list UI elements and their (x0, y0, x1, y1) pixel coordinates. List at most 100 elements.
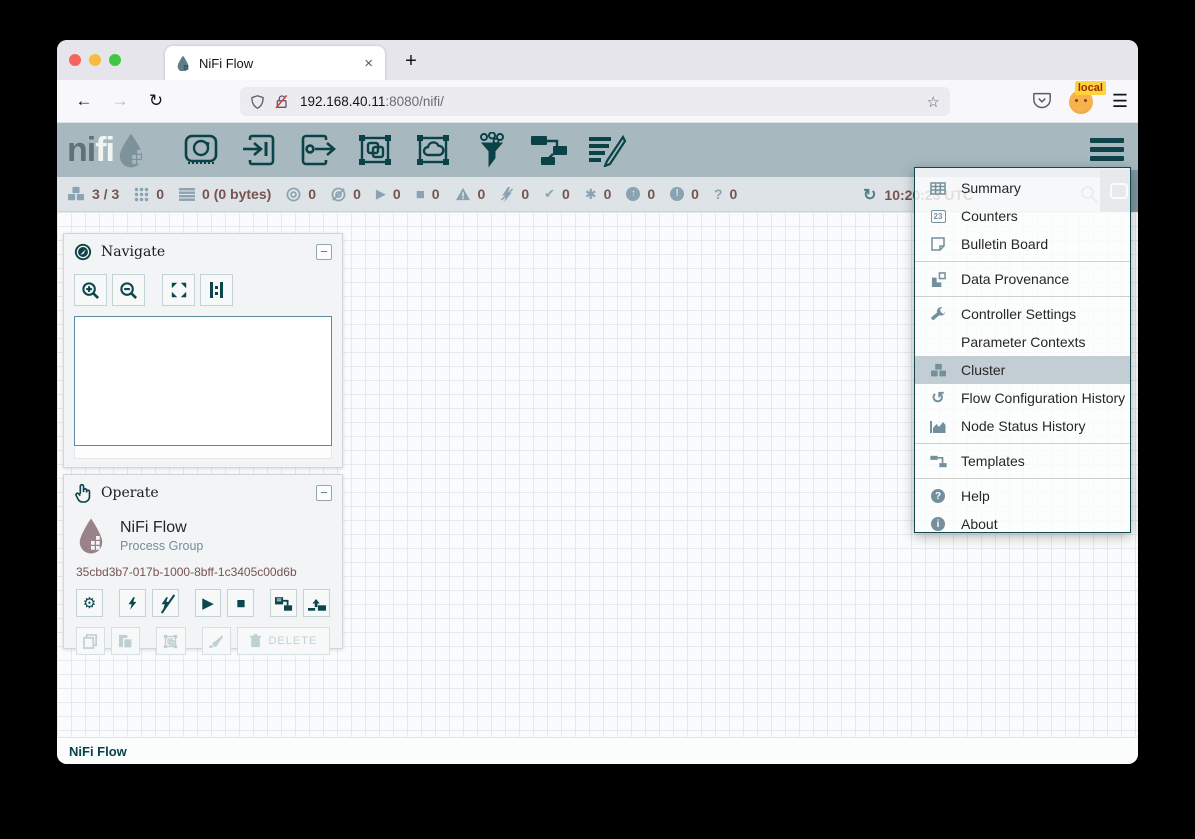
breadcrumb-item[interactable]: NiFi Flow (69, 744, 127, 759)
menu-item-counters[interactable]: 23 Counters (915, 202, 1130, 230)
processor-icon[interactable] (172, 133, 230, 167)
minimize-window-button[interactable] (89, 54, 101, 66)
label-icon[interactable] (578, 133, 636, 167)
menu-item-bulletin-board[interactable]: Bulletin Board (915, 230, 1130, 258)
menu-item-summary[interactable]: Summary (915, 174, 1130, 202)
configure-button[interactable]: ⚙ (76, 589, 103, 617)
menu-item-node-status-history[interactable]: Node Status History (915, 412, 1130, 440)
stale-icon: ↑ (626, 187, 640, 201)
paste-button[interactable] (111, 627, 140, 655)
global-menu: Summary 23 Counters Bulletin Board Data … (914, 167, 1131, 533)
zoom-window-button[interactable] (109, 54, 121, 66)
profile-avatar[interactable]: local (1069, 88, 1095, 114)
info-icon: i (928, 517, 948, 531)
copy-button[interactable] (76, 627, 105, 655)
forward-icon[interactable]: → (105, 91, 135, 111)
stale-count: 0 (647, 186, 655, 202)
enable-button[interactable] (119, 589, 146, 617)
input-port-icon[interactable] (230, 133, 288, 167)
running-icon: ▶ (376, 186, 386, 202)
compass-icon (74, 243, 92, 261)
menu-item-label: Data Provenance (961, 271, 1069, 287)
cluster-count: 3 / 3 (92, 186, 119, 202)
new-tab-button[interactable]: + (397, 48, 425, 76)
up-to-date-count: 0 (562, 186, 570, 202)
menu-item-label: Templates (961, 453, 1025, 469)
template-icon[interactable] (520, 134, 578, 166)
url-bar[interactable]: 192.168.40.11:8080/nifi/ ☆ (240, 87, 950, 116)
sticky-note-icon (928, 237, 948, 251)
disable-button[interactable] (152, 589, 179, 617)
menu-item-cluster[interactable]: Cluster (915, 356, 1130, 384)
menu-item-label: Parameter Contexts (961, 334, 1086, 350)
invalid-icon (455, 187, 471, 201)
url-path: :8080/nifi/ (385, 94, 444, 109)
reload-icon[interactable]: ↻ (141, 91, 171, 111)
create-template-button[interactable] (270, 589, 297, 617)
breadcrumb-bar: NiFi Flow (57, 737, 1138, 764)
bookmark-star-icon[interactable]: ☆ (927, 93, 940, 111)
menu-item-label: Help (961, 488, 990, 504)
menu-item-controller-settings[interactable]: Controller Settings (915, 300, 1130, 328)
shield-icon[interactable] (250, 94, 265, 110)
url-host: 192.168.40.11 (300, 94, 385, 109)
zoom-fit-button[interactable] (162, 274, 195, 306)
back-icon[interactable]: ← (69, 91, 99, 111)
menu-item-data-provenance[interactable]: Data Provenance (915, 265, 1130, 293)
active-threads-icon (134, 187, 149, 202)
menu-item-parameter-contexts[interactable]: Parameter Contexts (915, 328, 1130, 356)
operate-panel: Operate − NiFi Flow Process Group 35cbd3… (63, 474, 343, 649)
fill-color-button[interactable] (202, 627, 231, 655)
menu-item-label: Node Status History (961, 418, 1086, 434)
menu-item-help[interactable]: ? Help (915, 482, 1130, 510)
stop-button[interactable]: ■ (227, 589, 254, 617)
selected-flow-type: Process Group (120, 539, 203, 553)
locally-modified-stale-icon: ! (670, 187, 684, 201)
nifi-drop-icon (116, 132, 146, 168)
operate-minimize-button[interactable]: − (316, 485, 332, 501)
not-transmitting-icon (331, 187, 346, 202)
zoom-actual-size-button[interactable] (200, 274, 233, 306)
queued-icon (179, 188, 195, 201)
upload-template-button[interactable] (303, 589, 330, 617)
process-group-icon[interactable] (346, 133, 404, 167)
nifi-favicon (175, 55, 191, 71)
output-port-icon[interactable] (288, 133, 346, 167)
nifi-logo: nifi (67, 131, 146, 170)
start-button[interactable]: ▶ (195, 589, 222, 617)
provenance-icon (928, 272, 948, 287)
close-window-button[interactable] (69, 54, 81, 66)
menu-item-flow-configuration-history[interactable]: ↺ Flow Configuration History (915, 384, 1130, 412)
pocket-icon[interactable] (1032, 92, 1052, 110)
menu-divider (915, 261, 1130, 262)
group-button[interactable] (156, 627, 185, 655)
tab-close-icon[interactable]: × (362, 55, 375, 72)
table-icon (928, 182, 948, 195)
global-menu-button[interactable] (1090, 138, 1124, 161)
cubes-icon (928, 363, 948, 378)
menu-item-about[interactable]: i About (915, 510, 1130, 538)
template-list-icon (928, 455, 948, 468)
funnel-icon[interactable] (462, 132, 520, 168)
not-transmitting-count: 0 (353, 186, 361, 202)
delete-label: DELETE (268, 635, 317, 647)
hand-pointer-icon (74, 483, 92, 503)
browser-menu-icon[interactable]: ☰ (1112, 91, 1128, 112)
help-icon: ? (928, 489, 948, 503)
remote-process-group-icon[interactable] (404, 133, 462, 167)
birdseye-minimap[interactable] (74, 316, 332, 446)
zoom-out-button[interactable] (112, 274, 145, 306)
logo-text-ni: ni (67, 131, 95, 170)
browser-tab[interactable]: NiFi Flow × (165, 46, 385, 80)
delete-button[interactable]: DELETE (237, 627, 330, 655)
insecure-lock-icon[interactable] (274, 94, 290, 110)
locally-modified-stale-count: 0 (691, 186, 699, 202)
navigate-minimize-button[interactable]: − (316, 244, 332, 260)
tab-title: NiFi Flow (199, 56, 362, 71)
disabled-count: 0 (521, 186, 529, 202)
selected-flow-name: NiFi Flow (120, 519, 203, 537)
queued-count: 0 (0 bytes) (202, 186, 271, 202)
menu-item-templates[interactable]: Templates (915, 447, 1130, 475)
refresh-icon[interactable]: ↻ (863, 185, 876, 205)
zoom-in-button[interactable] (74, 274, 107, 306)
